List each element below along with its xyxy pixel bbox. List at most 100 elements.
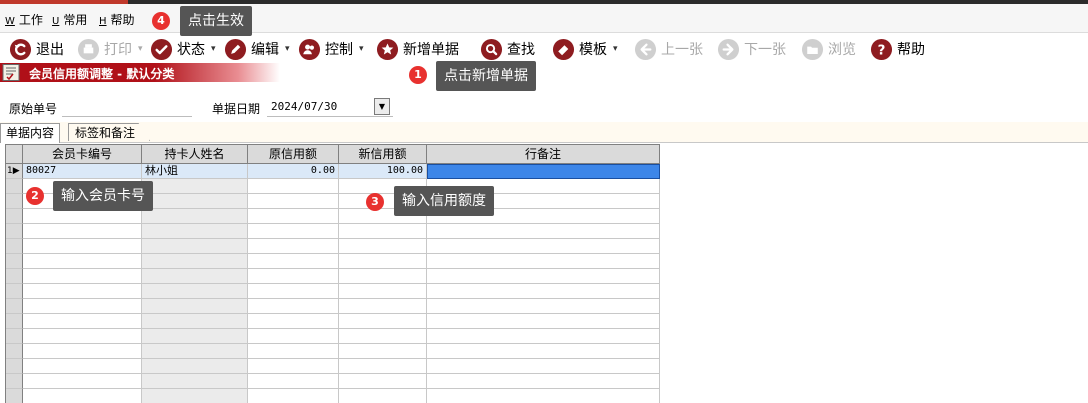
cell-remark[interactable] <box>427 284 660 299</box>
cell-holder[interactable] <box>142 179 248 194</box>
cell-old-credit[interactable] <box>248 179 339 194</box>
cell-holder[interactable] <box>142 374 248 389</box>
cell-card-no[interactable] <box>23 284 142 299</box>
tab-tags-notes[interactable]: 标签和备注 <box>68 123 151 141</box>
cell-old-credit[interactable] <box>248 344 339 359</box>
cell-old-credit[interactable] <box>248 224 339 239</box>
cell-old-credit[interactable] <box>248 374 339 389</box>
menu-work[interactable]: W 工作 <box>5 11 43 28</box>
cell-holder[interactable] <box>142 254 248 269</box>
row-indicator[interactable] <box>6 269 23 284</box>
cell-remark[interactable] <box>427 314 660 329</box>
cell-holder[interactable] <box>142 239 248 254</box>
row-indicator[interactable] <box>6 329 23 344</box>
row-indicator[interactable] <box>6 224 23 239</box>
menu-help[interactable]: H 帮助 <box>99 11 135 28</box>
new-doc-button[interactable]: 新增单据 <box>376 37 459 61</box>
cell-new-credit[interactable] <box>339 299 427 314</box>
cell-old-credit[interactable] <box>248 254 339 269</box>
cell-remark[interactable] <box>427 164 660 179</box>
help-button[interactable]: ? 帮助 <box>870 37 925 61</box>
cell-remark[interactable] <box>427 269 660 284</box>
cell-old-credit[interactable] <box>248 299 339 314</box>
cell-card-no[interactable]: 80027 <box>23 164 142 179</box>
cell-holder[interactable] <box>142 284 248 299</box>
cell-card-no[interactable] <box>23 344 142 359</box>
cell-remark[interactable] <box>427 389 660 403</box>
row-indicator[interactable] <box>6 194 23 209</box>
tab-doc-content[interactable]: 单据内容 <box>0 123 61 143</box>
cell-remark[interactable] <box>427 254 660 269</box>
cell-holder[interactable] <box>142 329 248 344</box>
cell-new-credit[interactable] <box>339 389 427 403</box>
row-indicator[interactable] <box>6 179 23 194</box>
cell-remark[interactable] <box>427 374 660 389</box>
cell-card-no[interactable] <box>23 329 142 344</box>
cell-holder[interactable] <box>142 269 248 284</box>
cell-remark[interactable] <box>427 239 660 254</box>
row-indicator[interactable] <box>6 314 23 329</box>
cell-holder[interactable] <box>142 314 248 329</box>
cell-remark[interactable] <box>427 329 660 344</box>
cell-new-credit[interactable] <box>339 224 427 239</box>
cell-holder[interactable] <box>142 299 248 314</box>
cell-card-no[interactable] <box>23 209 142 224</box>
browse-button[interactable]: 浏览 <box>801 37 856 61</box>
cell-remark[interactable] <box>427 224 660 239</box>
cell-new-credit[interactable] <box>339 284 427 299</box>
cell-new-credit[interactable] <box>339 374 427 389</box>
row-indicator[interactable] <box>6 389 23 403</box>
cell-remark[interactable] <box>427 299 660 314</box>
cell-old-credit[interactable] <box>248 359 339 374</box>
cell-old-credit[interactable] <box>248 314 339 329</box>
cell-new-credit[interactable]: 100.00 <box>339 164 427 179</box>
cell-card-no[interactable] <box>23 359 142 374</box>
cell-card-no[interactable] <box>23 314 142 329</box>
row-indicator[interactable] <box>6 254 23 269</box>
cell-remark[interactable] <box>427 359 660 374</box>
cell-card-no[interactable] <box>23 254 142 269</box>
grid-header-col-new-credit[interactable]: 新信用额 <box>339 145 427 164</box>
cell-new-credit[interactable] <box>339 239 427 254</box>
cell-holder[interactable] <box>142 224 248 239</box>
print-button[interactable]: 打印 ▾ <box>77 37 143 61</box>
cell-card-no[interactable] <box>23 239 142 254</box>
cell-holder[interactable] <box>142 194 248 209</box>
cell-old-credit[interactable] <box>248 209 339 224</box>
cell-card-no[interactable] <box>23 224 142 239</box>
cell-holder[interactable] <box>142 359 248 374</box>
cell-card-no[interactable] <box>23 374 142 389</box>
cell-old-credit[interactable]: 0.00 <box>248 164 339 179</box>
template-button[interactable]: 模板 ▾ <box>552 37 618 61</box>
date-dropdown-button[interactable]: ▼ <box>374 98 390 115</box>
row-indicator[interactable] <box>6 209 23 224</box>
row-indicator[interactable] <box>6 239 23 254</box>
cell-old-credit[interactable] <box>248 239 339 254</box>
grid-header-col-card-no[interactable]: 会员卡编号 <box>23 145 142 164</box>
row-indicator[interactable] <box>6 344 23 359</box>
cell-new-credit[interactable] <box>339 359 427 374</box>
prev-button[interactable]: 上一张 <box>634 37 703 61</box>
grid-header-col-holder[interactable]: 持卡人姓名 <box>142 145 248 164</box>
grid-header-col-remark[interactable]: 行备注 <box>427 145 660 164</box>
cell-new-credit[interactable] <box>339 344 427 359</box>
grid-header-col-old-credit[interactable]: 原信用额 <box>248 145 339 164</box>
status-button[interactable]: 状态 ▾ <box>150 37 216 61</box>
cell-remark[interactable] <box>427 344 660 359</box>
cell-card-no[interactable] <box>23 269 142 284</box>
cell-holder[interactable]: 林小姐 <box>142 164 248 179</box>
cell-new-credit[interactable] <box>339 269 427 284</box>
cell-holder[interactable] <box>142 209 248 224</box>
control-button[interactable]: 控制 ▾ <box>298 37 364 61</box>
cell-new-credit[interactable] <box>339 254 427 269</box>
cell-old-credit[interactable] <box>248 329 339 344</box>
row-indicator[interactable] <box>6 299 23 314</box>
cell-holder[interactable] <box>142 344 248 359</box>
exit-button[interactable]: 退出 <box>9 37 64 61</box>
cell-old-credit[interactable] <box>248 389 339 403</box>
row-indicator[interactable]: 1▶ <box>6 164 23 179</box>
next-button[interactable]: 下一张 <box>717 37 786 61</box>
menu-common[interactable]: U 常用 <box>52 11 87 28</box>
cell-old-credit[interactable] <box>248 194 339 209</box>
row-indicator[interactable] <box>6 284 23 299</box>
